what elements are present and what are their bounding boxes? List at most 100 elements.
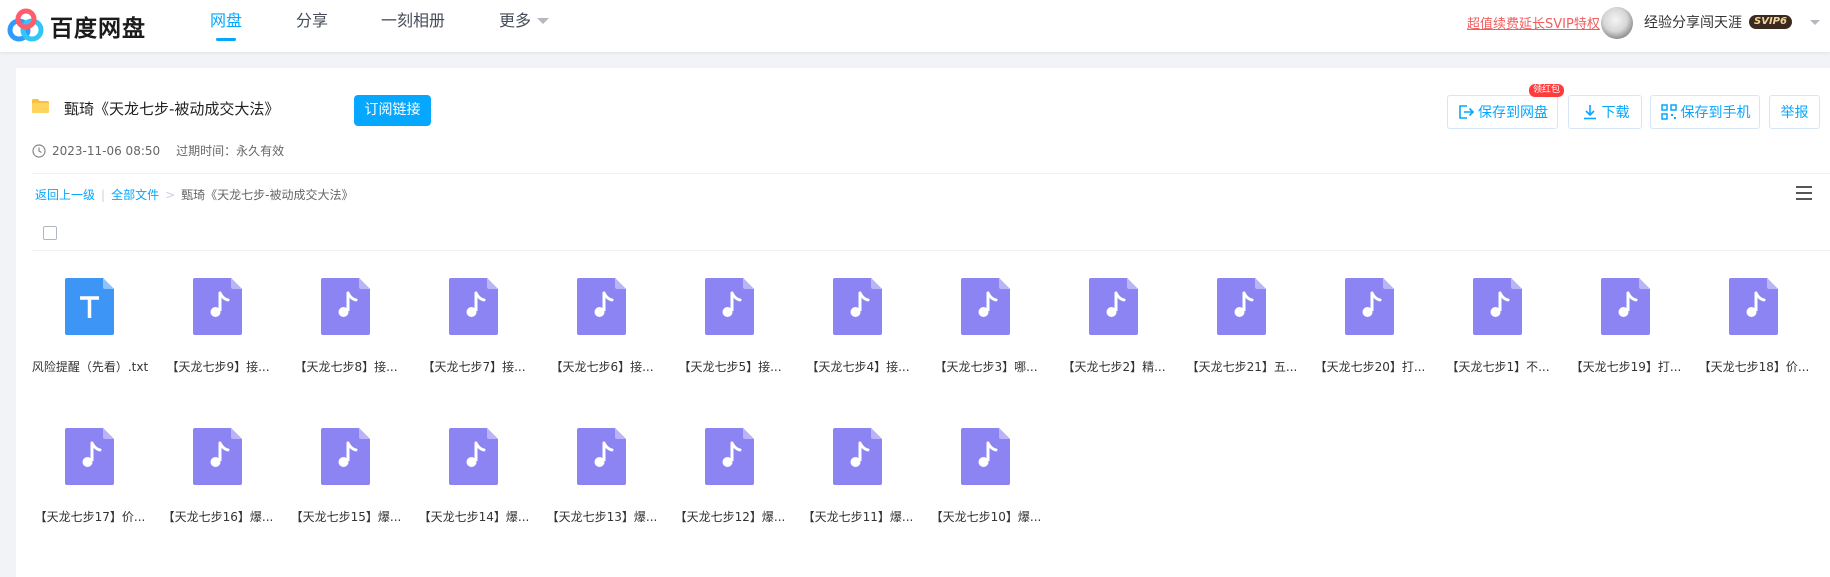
qr-code-icon: [1660, 104, 1677, 120]
audio-file-icon: [1089, 278, 1138, 335]
user-avatar[interactable]: [1601, 7, 1633, 39]
file-name: 【天龙七步8】接...: [294, 360, 398, 374]
audio-file-icon: [577, 428, 626, 485]
file-name: 【天龙七步13】爆...: [546, 510, 658, 524]
file-item[interactable]: 【天龙七步20】打...: [1306, 278, 1434, 394]
divider: [32, 250, 1830, 251]
share-date: 2023-11-06 08:50: [52, 143, 161, 158]
download-icon: [1583, 105, 1596, 120]
audio-file-icon: [1217, 278, 1266, 335]
file-name: 风险提醒（先看）.txt: [31, 360, 149, 374]
audio-file-icon: [705, 278, 754, 335]
audio-file-icon: [65, 428, 114, 485]
chevron-down-icon[interactable]: [1810, 20, 1820, 25]
nav-tab-more[interactable]: 更多: [499, 0, 550, 52]
list-view-toggle-icon[interactable]: [1796, 186, 1814, 202]
file-name: 【天龙七步2】精...: [1062, 360, 1166, 374]
nav-tab-label: 网盘: [210, 11, 243, 30]
nav-tab-label: 一刻相册: [381, 11, 446, 30]
file-item[interactable]: 【天龙七步14】爆...: [410, 428, 538, 544]
file-item[interactable]: 【天龙七步10】爆...: [922, 428, 1050, 544]
save-to-phone-button[interactable]: 保存到手机: [1650, 95, 1760, 129]
share-meta: 2023-11-06 08:50 过期时间：永久有效: [32, 142, 284, 159]
nav-tab-share[interactable]: 分享: [296, 0, 328, 52]
share-expire: 过期时间：永久有效: [176, 144, 285, 158]
user-name[interactable]: 经验分享闯天涯: [1644, 12, 1742, 32]
audio-file-icon: [1345, 278, 1394, 335]
red-packet-badge: 领红包: [1529, 84, 1565, 97]
nav-tab-label: 分享: [296, 11, 329, 30]
audio-file-icon: [449, 278, 498, 335]
save-to-netdisk-button[interactable]: 保存到网盘: [1447, 95, 1558, 129]
breadcrumb-current: 甄琦《天龙七步-被动成交大法》: [181, 188, 354, 202]
file-name: 【天龙七步4】接...: [806, 360, 910, 374]
nav-tab-netdisk[interactable]: 网盘: [210, 0, 242, 52]
file-item[interactable]: 【天龙七步19】打...: [1562, 278, 1690, 394]
file-name: 【天龙七步21】五...: [1186, 360, 1298, 374]
file-item[interactable]: 风险提醒（先看）.txt: [26, 278, 154, 394]
file-name: 【天龙七步12】爆...: [674, 510, 786, 524]
file-name: 【天龙七步3】哪...: [934, 360, 1038, 374]
chevron-right-icon: >: [165, 187, 176, 202]
breadcrumb-back-link[interactable]: 返回上一级: [35, 186, 95, 203]
file-item[interactable]: 【天龙七步5】接...: [666, 278, 794, 394]
audio-file-icon: [321, 278, 370, 335]
file-item[interactable]: 【天龙七步13】爆...: [538, 428, 666, 544]
file-item[interactable]: 【天龙七步16】爆...: [154, 428, 282, 544]
file-item[interactable]: 【天龙七步11】爆...: [794, 428, 922, 544]
file-name: 【天龙七步15】爆...: [290, 510, 402, 524]
file-item[interactable]: 【天龙七步1】不...: [1434, 278, 1562, 394]
file-item[interactable]: 【天龙七步9】接...: [154, 278, 282, 394]
file-item[interactable]: 【天龙七步7】接...: [410, 278, 538, 394]
folder-icon: [32, 99, 49, 113]
text-file-icon: [65, 278, 114, 335]
audio-file-icon: [449, 428, 498, 485]
report-label: 举报: [1780, 105, 1809, 121]
file-name: 【天龙七步18】价...: [1698, 360, 1810, 374]
nav-tab-label: 更多: [499, 11, 532, 30]
active-tab-indicator: [216, 38, 236, 41]
audio-file-icon: [321, 428, 370, 485]
select-all-checkbox[interactable]: [43, 226, 57, 240]
subscribe-link-button[interactable]: 订阅链接: [354, 95, 431, 126]
divider: [32, 173, 1830, 174]
file-name: 【天龙七步14】爆...: [418, 510, 530, 524]
audio-file-icon: [193, 278, 242, 335]
file-name: 【天龙七步17】价...: [34, 510, 146, 524]
chevron-down-icon: [537, 18, 550, 24]
file-name: 【天龙七步9】接...: [166, 360, 270, 374]
audio-file-icon: [1601, 278, 1650, 335]
audio-file-icon: [833, 278, 882, 335]
file-item[interactable]: 【天龙七步4】接...: [794, 278, 922, 394]
file-name: 【天龙七步1】不...: [1446, 360, 1550, 374]
breadcrumb-all-files-link[interactable]: 全部文件: [111, 186, 159, 203]
file-item[interactable]: 【天龙七步17】价...: [26, 428, 154, 544]
file-item[interactable]: 【天龙七步3】哪...: [922, 278, 1050, 394]
svip-renew-link[interactable]: 超值续费延长SVIP特权: [1467, 13, 1600, 32]
file-item[interactable]: 【天龙七步15】爆...: [282, 428, 410, 544]
download-label: 下载: [1601, 105, 1630, 121]
clock-icon: [32, 143, 46, 158]
audio-file-icon: [961, 278, 1010, 335]
file-item[interactable]: 【天龙七步8】接...: [282, 278, 410, 394]
nav-tab-moment-album[interactable]: 一刻相册: [381, 0, 445, 52]
breadcrumb: 返回上一级 | 全部文件 > 甄琦《天龙七步-被动成交大法》: [35, 186, 353, 203]
file-item[interactable]: 【天龙七步18】价...: [1690, 278, 1818, 394]
report-button[interactable]: 举报: [1769, 95, 1820, 129]
brand-logo[interactable]: 百度网盘: [6, 6, 146, 46]
file-item[interactable]: 【天龙七步12】爆...: [666, 428, 794, 544]
file-name: 【天龙七步20】打...: [1314, 360, 1426, 374]
audio-file-icon: [1729, 278, 1778, 335]
audio-file-icon: [833, 428, 882, 485]
top-navigation-bar: 百度网盘 网盘 分享 一刻相册 更多 超值续费延长SVIP特权 经验分享闯天涯 …: [0, 0, 1830, 52]
file-name: 【天龙七步5】接...: [678, 360, 782, 374]
audio-file-icon: [577, 278, 626, 335]
file-name: 【天龙七步11】爆...: [802, 510, 914, 524]
file-item[interactable]: 【天龙七步6】接...: [538, 278, 666, 394]
file-name: 【天龙七步6】接...: [550, 360, 654, 374]
breadcrumb-separator: |: [101, 187, 106, 202]
audio-file-icon: [1473, 278, 1522, 335]
file-item[interactable]: 【天龙七步2】精...: [1050, 278, 1178, 394]
download-button[interactable]: 下载: [1568, 95, 1642, 129]
file-item[interactable]: 【天龙七步21】五...: [1178, 278, 1306, 394]
